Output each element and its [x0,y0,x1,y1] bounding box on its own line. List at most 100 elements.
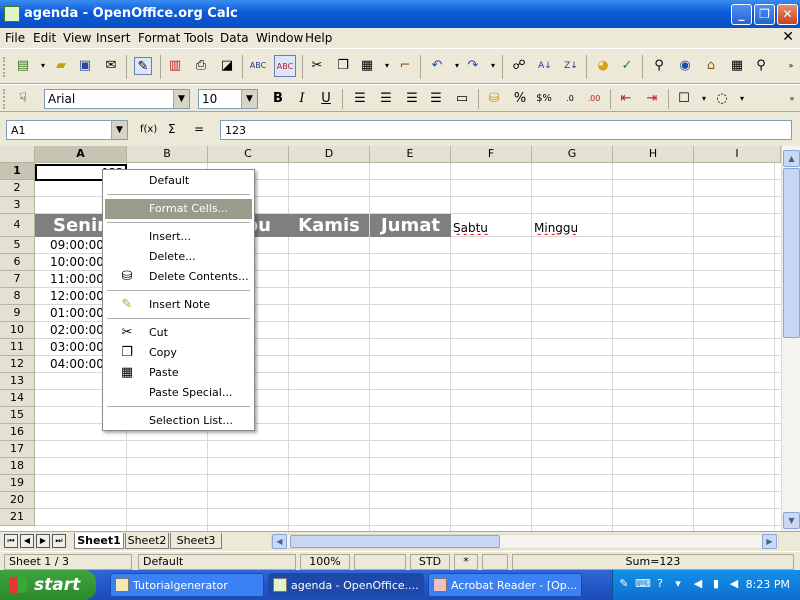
sum-icon[interactable]: Σ [168,122,176,136]
task-agenda-calc[interactable]: agenda - OpenOffice.... [268,573,424,597]
redo-dropdown-icon[interactable]: ▾ [484,57,502,75]
name-box[interactable]: A1 ▼ [6,120,128,140]
menu-help[interactable]: Help [305,31,332,45]
row-header[interactable]: 7 [0,271,35,288]
scroll-left-icon[interactable]: ◀ [272,534,287,549]
cell-f4[interactable]: Sabtu [453,221,488,235]
row-header[interactable]: 20 [0,492,35,509]
ctx-delete-contents[interactable]: ⛁ Delete Contents... [105,267,252,287]
status-zoom[interactable]: 100% [300,554,350,570]
menu-file[interactable]: File [5,31,25,45]
function-wizard-icon[interactable]: f(x) [140,124,157,135]
underline-icon[interactable]: U [316,90,336,108]
status-page-style[interactable]: Default [138,554,296,570]
cell-a10[interactable]: 02:00:00 [50,323,104,337]
menu-insert[interactable]: Insert [96,31,130,45]
font-size-dropdown-icon[interactable]: ▼ [241,90,257,108]
tray-battery-icon[interactable]: ▮ [709,577,723,591]
row-header[interactable]: 15 [0,407,35,424]
tab-sheet3[interactable]: Sheet3 [170,533,222,549]
export-pdf-icon[interactable]: ▥ [166,57,184,75]
row-header[interactable]: 12 [0,356,35,373]
task-tutorialgenerator[interactable]: Tutorialgenerator [110,573,264,597]
column-header-i[interactable]: I [694,146,781,163]
borders-icon[interactable]: ☐ [674,90,694,108]
sort-descending-icon[interactable]: Z↓ [562,57,580,75]
font-size-combo[interactable]: 10 ▼ [198,89,258,109]
borders-dropdown-icon[interactable]: ▾ [694,90,714,108]
minimize-button[interactable]: _ [731,4,752,25]
cell-a5[interactable]: 09:00:00 [50,238,104,252]
column-header-b[interactable]: B [127,146,208,163]
cell-a11[interactable]: 03:00:00 [50,340,104,354]
maximize-button[interactable]: ❐ [754,4,775,25]
cell-a12[interactable]: 04:00:00 [50,357,104,371]
row-header[interactable]: 19 [0,475,35,492]
email-icon[interactable]: ✉ [102,57,120,75]
tray-expand-icon[interactable]: ▾ [671,577,685,591]
paste-icon[interactable]: ▦ [358,57,376,75]
next-sheet-icon[interactable]: ▶ [36,534,50,548]
name-box-dropdown-icon[interactable]: ▼ [111,121,127,139]
cell-d4-header[interactable]: Kamis [289,214,369,237]
tab-sheet1[interactable]: Sheet1 [74,533,124,549]
autospellcheck-icon[interactable]: ABC [274,55,296,77]
function-equals-icon[interactable]: = [194,122,204,136]
tray-keyboard-icon[interactable]: ⌨ [635,577,651,591]
row-header[interactable]: 16 [0,424,35,441]
first-sheet-icon[interactable]: ⏮ [4,534,18,548]
vertical-scroll-thumb[interactable] [783,168,800,338]
save-icon[interactable]: ▣ [76,57,94,75]
toolbar-grip[interactable] [3,57,7,77]
horizontal-scrollbar[interactable]: ◀ ▶ [271,534,779,549]
paste-dropdown-icon[interactable]: ▾ [378,57,396,75]
cell-g4[interactable]: Minggu [534,221,578,235]
row-header[interactable]: 3 [0,197,35,214]
print-icon[interactable]: ⎙ [192,57,210,75]
row-header[interactable]: 10 [0,322,35,339]
chart-icon[interactable]: ◕ [594,57,612,75]
styles-formatting-icon[interactable]: ☟ [14,90,32,108]
column-header-a[interactable]: A [35,146,127,163]
tray-help-icon[interactable]: ? [653,577,667,591]
font-name-dropdown-icon[interactable]: ▼ [173,90,189,108]
bold-icon[interactable]: B [268,90,288,108]
datasources-icon[interactable]: ▦ [728,57,746,75]
merge-cells-icon[interactable]: ▭ [452,90,472,108]
toolbar-overflow-icon[interactable]: » [782,57,800,75]
toolbar-overflow-icon[interactable]: » [782,90,800,108]
increase-indent-icon[interactable]: ⇥ [642,90,662,108]
row-header[interactable]: 11 [0,339,35,356]
row-header[interactable]: 17 [0,441,35,458]
row-header[interactable]: 13 [0,373,35,390]
close-document-icon[interactable]: ✕ [782,29,794,45]
italic-icon[interactable]: I [292,90,312,108]
select-all-corner[interactable] [0,146,35,163]
menu-window[interactable]: Window [256,31,303,45]
tray-volume-icon[interactable]: ◀ [727,577,741,591]
gallery-icon[interactable]: ⌂ [702,57,720,75]
column-header-f[interactable]: F [451,146,532,163]
row-header[interactable]: 5 [0,237,35,254]
sort-ascending-icon[interactable]: A↓ [536,57,554,75]
font-name-combo[interactable]: Arial ▼ [44,89,190,109]
menu-data[interactable]: Data [220,31,249,45]
background-color-dropdown-icon[interactable]: ▾ [732,90,752,108]
ctx-copy[interactable]: ❐ Copy [105,343,252,363]
undo-icon[interactable]: ↶ [428,57,446,75]
ctx-cut[interactable]: ✂ Cut [105,323,252,343]
new-document-icon[interactable]: ▤ [14,57,32,75]
align-left-icon[interactable]: ☰ [350,90,370,108]
menu-tools[interactable]: Tools [184,31,214,45]
cell-a7[interactable]: 11:00:00 [50,272,104,286]
row-header[interactable]: 1 [0,163,35,180]
ctx-paste-special[interactable]: Paste Special... [105,383,252,403]
new-dropdown-icon[interactable]: ▾ [34,57,52,75]
menu-edit[interactable]: Edit [33,31,56,45]
row-header[interactable]: 14 [0,390,35,407]
task-acrobat-reader[interactable]: Acrobat Reader - [Op... [428,573,582,597]
zoom-icon[interactable]: ⚲ [752,57,770,75]
cell-e4-header[interactable]: Jumat [370,214,451,237]
cut-icon[interactable]: ✂ [308,57,326,75]
align-center-icon[interactable]: ☰ [376,90,396,108]
